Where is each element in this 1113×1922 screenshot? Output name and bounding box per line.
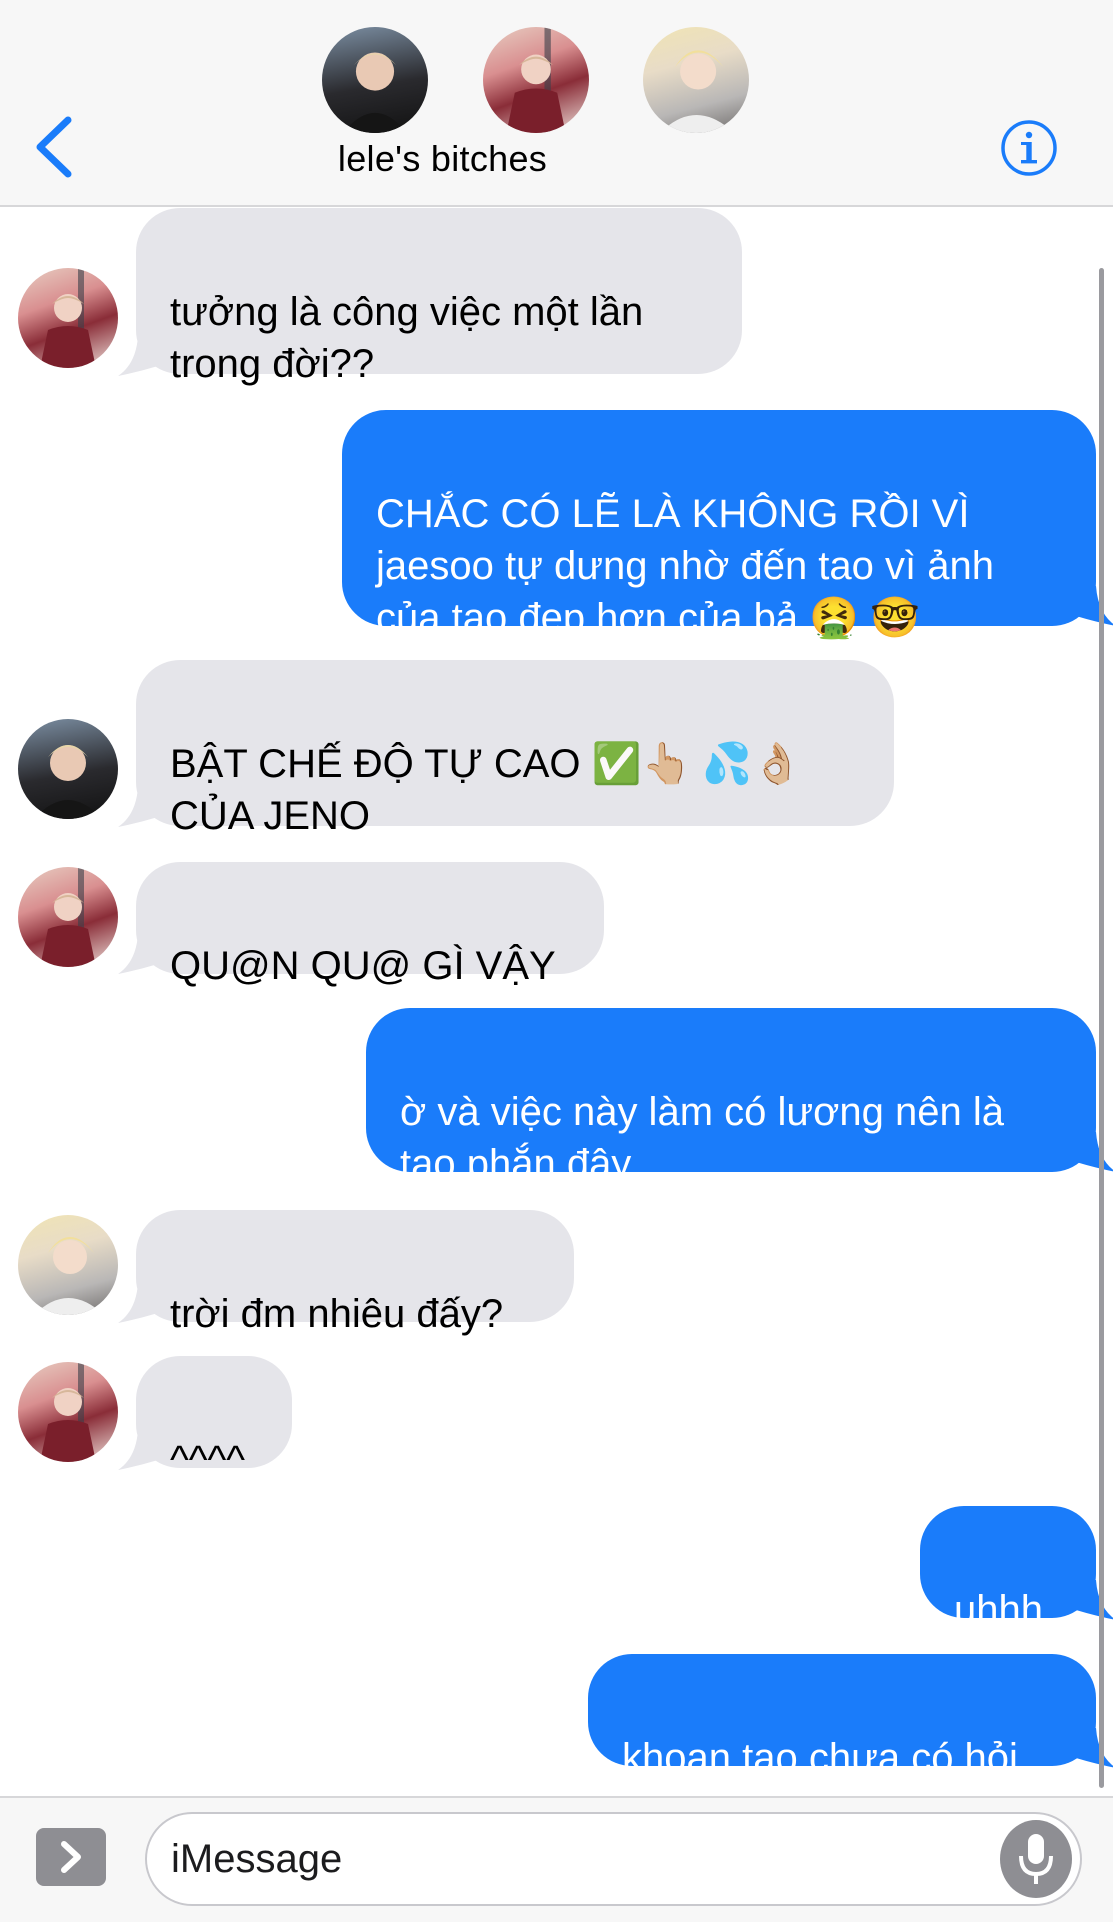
apps-button[interactable] bbox=[36, 1828, 106, 1886]
info-button[interactable] bbox=[999, 118, 1059, 178]
microphone-button[interactable] bbox=[1000, 1820, 1072, 1898]
message-bubble-outgoing[interactable]: uhhh bbox=[920, 1506, 1096, 1632]
avatar bbox=[643, 27, 749, 133]
bubble-tail bbox=[1076, 586, 1113, 626]
message-bubble-outgoing[interactable]: ờ và việc này làm có lương nên là tao ph… bbox=[366, 1008, 1096, 1186]
avatar bbox=[18, 1215, 118, 1315]
bubble-tail bbox=[1076, 1580, 1113, 1620]
bubble-tail bbox=[1076, 1728, 1113, 1768]
message-bubble-outgoing[interactable]: CHẮC CÓ LẼ LÀ KHÔNG RỒI VÌ jaesoo tự dưn… bbox=[342, 410, 1096, 640]
avatar bbox=[18, 867, 118, 967]
message-text: tưởng là công việc một lần trong đời?? bbox=[170, 290, 644, 386]
avatar bbox=[18, 268, 118, 368]
message-text: trời đm nhiêu đấy? bbox=[170, 1292, 504, 1336]
message-bubble-incoming[interactable]: QU@N QU@ GÌ VẬY bbox=[136, 862, 604, 988]
message-text: QU@N QU@ GÌ VẬY bbox=[170, 944, 556, 988]
avatar bbox=[483, 27, 589, 133]
group-avatars[interactable] bbox=[0, 27, 1113, 137]
message-text: ờ và việc này làm có lương nên là tao ph… bbox=[400, 1090, 1004, 1186]
bubble-tail bbox=[1076, 1132, 1113, 1172]
message-text: CHẮC CÓ LẼ LÀ KHÔNG RỒI VÌ jaesoo tự dưn… bbox=[376, 492, 994, 640]
message-text: uhhh bbox=[954, 1588, 1043, 1632]
avatar bbox=[18, 1362, 118, 1462]
message-bubble-outgoing[interactable]: khoan tao chưa có hỏi bbox=[588, 1654, 1096, 1780]
avatar bbox=[322, 27, 428, 133]
avatar bbox=[18, 719, 118, 819]
message-composer bbox=[0, 1796, 1113, 1922]
message-input[interactable] bbox=[145, 1812, 1082, 1906]
info-circle-icon bbox=[1001, 120, 1057, 176]
microphone-icon bbox=[1019, 1834, 1053, 1884]
group-name[interactable]: lele's bitches bbox=[270, 138, 615, 180]
message-bubble-incoming[interactable]: tưởng là công việc một lần trong đời?? bbox=[136, 208, 742, 386]
message-text: khoan tao chưa có hỏi bbox=[622, 1736, 1018, 1780]
message-bubble-incoming[interactable]: BẬT CHẾ ĐỘ TỰ CAO ✅👆🏼 💦👌🏼 CỦA JENO bbox=[136, 660, 894, 838]
message-text: ^^^^ bbox=[170, 1438, 246, 1482]
chevron-right-icon bbox=[61, 1841, 81, 1873]
message-bubble-incoming[interactable]: trời đm nhiêu đấy? bbox=[136, 1210, 574, 1336]
conversation-header: lele's bitches bbox=[0, 0, 1113, 207]
message-bubble-incoming[interactable]: ^^^^ bbox=[136, 1356, 292, 1482]
message-text: BẬT CHẾ ĐỘ TỰ CAO ✅👆🏼 💦👌🏼 CỦA JENO bbox=[170, 742, 802, 838]
scroll-indicator[interactable] bbox=[1099, 268, 1104, 1788]
